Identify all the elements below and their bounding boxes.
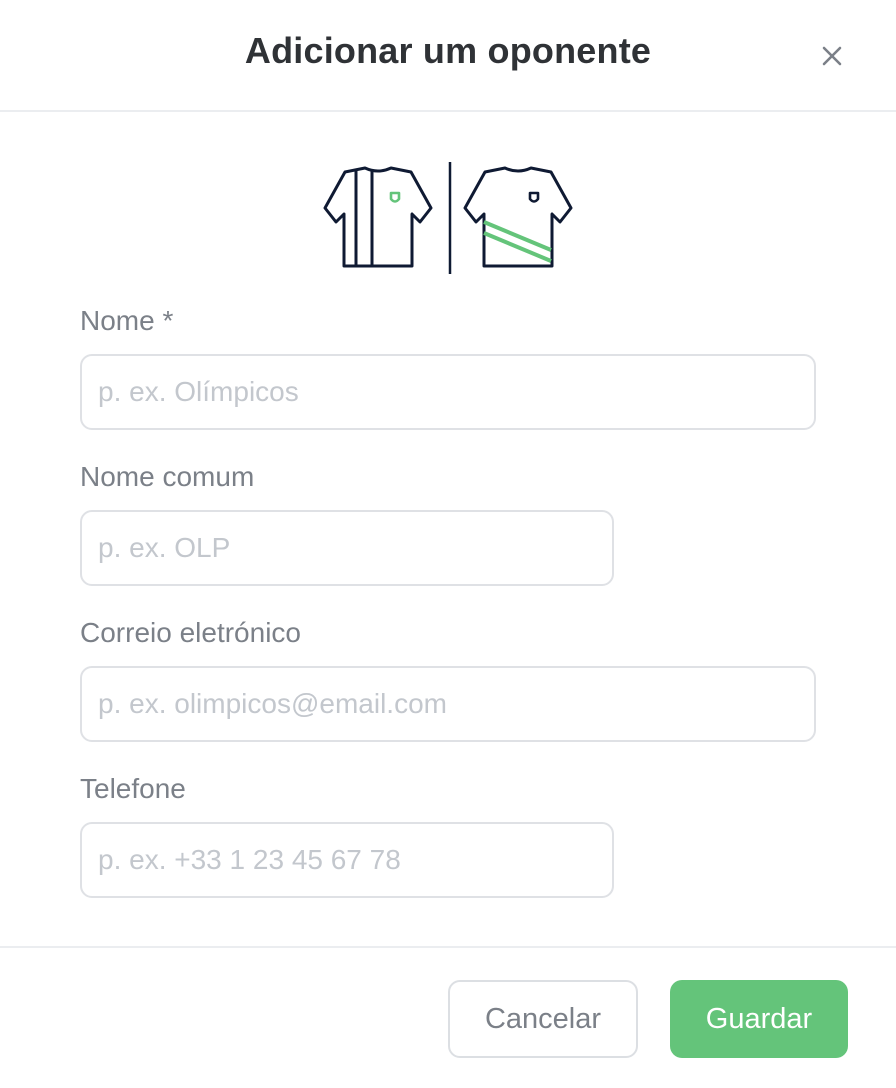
- short-name-field: Nome comum: [80, 460, 614, 586]
- dialog-title: Adicionar um oponente: [244, 30, 652, 71]
- sash-jersey-icon: [463, 166, 573, 268]
- save-button[interactable]: Guardar: [670, 980, 848, 1058]
- email-field: Correio eletrónico: [80, 616, 816, 742]
- dialog-header: Adicionar um oponente: [0, 0, 896, 112]
- striped-jersey-icon: [323, 166, 433, 268]
- cancel-button[interactable]: Cancelar: [448, 980, 638, 1058]
- dialog-footer: Cancelar Guardar: [0, 946, 896, 1088]
- email-label: Correio eletrónico: [80, 617, 301, 648]
- phone-input[interactable]: [80, 822, 614, 898]
- name-input[interactable]: [80, 354, 816, 430]
- close-icon[interactable]: [812, 36, 852, 76]
- add-opponent-dialog: Adicionar um oponente Nome * p. ex. Olím…: [0, 0, 896, 1088]
- phone-field: Telefone: [80, 772, 614, 898]
- name-field: Nome *: [80, 304, 816, 430]
- name-label: Nome *: [80, 305, 174, 336]
- email-input[interactable]: [80, 666, 816, 742]
- phone-label: Telefone: [80, 773, 186, 804]
- short-name-input[interactable]: [80, 510, 614, 586]
- short-name-label: Nome comum: [80, 461, 255, 492]
- jersey-preview: [320, 158, 580, 278]
